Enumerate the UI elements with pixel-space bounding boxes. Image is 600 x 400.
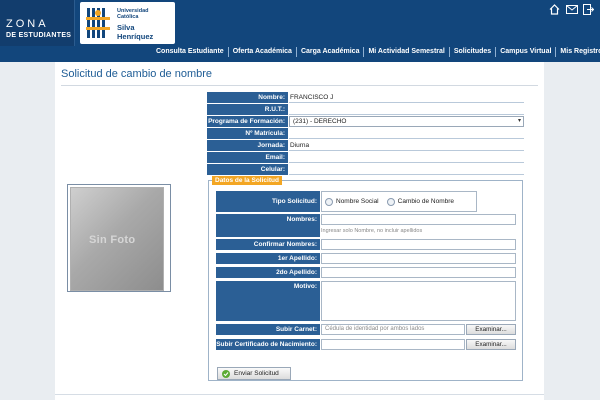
- rut-value: [289, 104, 524, 115]
- confirmar-nombres-row: Confirmar Nombres:: [216, 239, 518, 250]
- nav-carga-academica[interactable]: Carga Académica: [297, 47, 364, 57]
- university-line-3: Silva: [117, 23, 135, 32]
- certificado-browse-button[interactable]: Examinar...: [466, 339, 516, 350]
- confirmar-nombres-input[interactable]: [321, 239, 516, 250]
- nav-mis-registros[interactable]: Mis Registros: [556, 47, 600, 57]
- rut-label: R.U.T.:: [207, 104, 288, 115]
- programa-selected-value: (231) - DERECHO: [293, 118, 347, 125]
- nav-solicitudes[interactable]: Solicitudes: [450, 47, 495, 57]
- request-fieldset: Datos de la Solicitud Tipo Solicitud: No…: [208, 176, 523, 381]
- celular-label: Celular:: [207, 164, 288, 175]
- primer-apellido-label: 1er Apellido:: [216, 253, 320, 264]
- nombre-label: Nombre:: [207, 92, 288, 103]
- radio-nombre-social-label[interactable]: Nombre Social: [336, 198, 379, 205]
- info-row-rut: R.U.T.:: [207, 104, 524, 115]
- nombres-row: Nombres: Ingresar solo Nombre, no inclui…: [216, 214, 518, 237]
- logout-icon[interactable]: [582, 3, 595, 15]
- subir-certificado-row: Subir Certificado de Nacimiento: Examina…: [216, 339, 518, 350]
- celular-value: [289, 164, 524, 175]
- primer-apellido-row: 1er Apellido:: [216, 253, 518, 264]
- chevron-down-icon: ▾: [517, 118, 521, 124]
- programa-select[interactable]: (231) - DERECHO ▾: [289, 116, 524, 127]
- zona-title: ZONA: [6, 18, 49, 30]
- tipo-solicitud-radio-group: Nombre Social Cambio de Nombre: [321, 191, 477, 212]
- nav-actividad-semestral[interactable]: Mi Actividad Semestral: [364, 47, 448, 57]
- subir-carnet-label: Subir Carnet:: [216, 324, 320, 335]
- title-divider: [61, 85, 538, 86]
- send-check-icon: [222, 369, 230, 378]
- nombre-value: FRANCISCO J: [289, 92, 524, 103]
- footer-divider: [55, 394, 544, 395]
- motivo-label: Motivo:: [216, 281, 320, 321]
- motivo-row: Motivo:: [216, 281, 518, 321]
- university-line-4: Henríquez: [117, 32, 154, 41]
- subir-certificado-label: Subir Certificado de Nacimiento:: [216, 339, 320, 350]
- info-row-celular: Celular:: [207, 164, 524, 175]
- info-row-matricula: Nº Matrícula:: [207, 128, 524, 139]
- segundo-apellido-label: 2do Apellido:: [216, 267, 320, 278]
- matricula-value: [289, 128, 524, 139]
- photo-frame: Sin Foto: [67, 184, 171, 292]
- radio-nombre-social[interactable]: [325, 197, 333, 206]
- info-row-programa: Programa de Formación: (231) - DERECHO ▾: [207, 116, 524, 127]
- zona-estudiantes-logo[interactable]: ZONA DE ESTUDIANTES: [0, 0, 75, 46]
- matricula-label: Nº Matrícula:: [207, 128, 288, 139]
- nombres-hint: Ingresar solo Nombre, no incluir apellid…: [321, 228, 423, 234]
- info-row-email: Email:: [207, 152, 524, 163]
- nav-campus-virtual[interactable]: Campus Virtual: [496, 47, 555, 57]
- tipo-solicitud-row: Tipo Solicitud: Nombre Social Cambio de …: [216, 191, 478, 212]
- carnet-file-input[interactable]: Cédula de identidad por ambos lados: [321, 324, 465, 335]
- home-icon[interactable]: [548, 3, 561, 15]
- nav-consulta-estudiante[interactable]: Consulta Estudiante: [152, 47, 228, 57]
- primer-apellido-input[interactable]: [321, 253, 516, 264]
- top-header: ZONA DE ESTUDIANTES Universidad Católica…: [0, 0, 600, 62]
- university-crest-icon: [86, 7, 110, 39]
- university-line-2: Católica: [117, 14, 139, 20]
- main-content: Solicitud de cambio de nombre Sin Foto N…: [55, 62, 544, 400]
- tipo-solicitud-label: Tipo Solicitud:: [216, 191, 320, 212]
- jornada-label: Jornada:: [207, 140, 288, 151]
- enviar-solicitud-button[interactable]: Enviar Solicitud: [217, 367, 291, 380]
- enviar-solicitud-label: Enviar Solicitud: [234, 370, 279, 377]
- motivo-textarea[interactable]: [321, 281, 516, 321]
- student-photo: Sin Foto: [70, 187, 164, 291]
- info-row-nombre: Nombre: FRANCISCO J: [207, 92, 524, 103]
- email-value: [289, 152, 524, 163]
- university-logo[interactable]: Universidad Católica Silva Henríquez: [80, 2, 175, 44]
- radio-cambio-nombre[interactable]: [386, 197, 395, 206]
- confirmar-nombres-label: Confirmar Nombres:: [216, 239, 320, 250]
- certificado-file-input[interactable]: [321, 339, 465, 350]
- page-title: Solicitud de cambio de nombre: [61, 68, 213, 80]
- info-row-jornada: Jornada: Diurna: [207, 140, 524, 151]
- segundo-apellido-row: 2do Apellido:: [216, 267, 518, 278]
- segundo-apellido-input[interactable]: [321, 267, 516, 278]
- nombres-label: Nombres:: [216, 214, 320, 237]
- radio-cambio-nombre-label[interactable]: Cambio de Nombre: [398, 198, 454, 205]
- main-nav: Consulta Estudiante Oferta Académica Car…: [152, 45, 600, 59]
- carnet-browse-button[interactable]: Examinar...: [466, 324, 516, 335]
- top-icon-bar: [548, 3, 595, 15]
- nombres-input[interactable]: [321, 214, 516, 225]
- nav-oferta-academica[interactable]: Oferta Académica: [229, 47, 296, 57]
- jornada-value: Diurna: [289, 140, 524, 151]
- email-label: Email:: [207, 152, 288, 163]
- programa-label: Programa de Formación:: [207, 116, 288, 127]
- zona-subtitle: DE ESTUDIANTES: [6, 32, 72, 39]
- fieldset-legend: Datos de la Solicitud: [212, 176, 282, 185]
- photo-placeholder-text: Sin Foto: [89, 234, 136, 246]
- mail-icon[interactable]: [565, 3, 578, 15]
- subir-carnet-row: Subir Carnet: Cédula de identidad por am…: [216, 324, 518, 335]
